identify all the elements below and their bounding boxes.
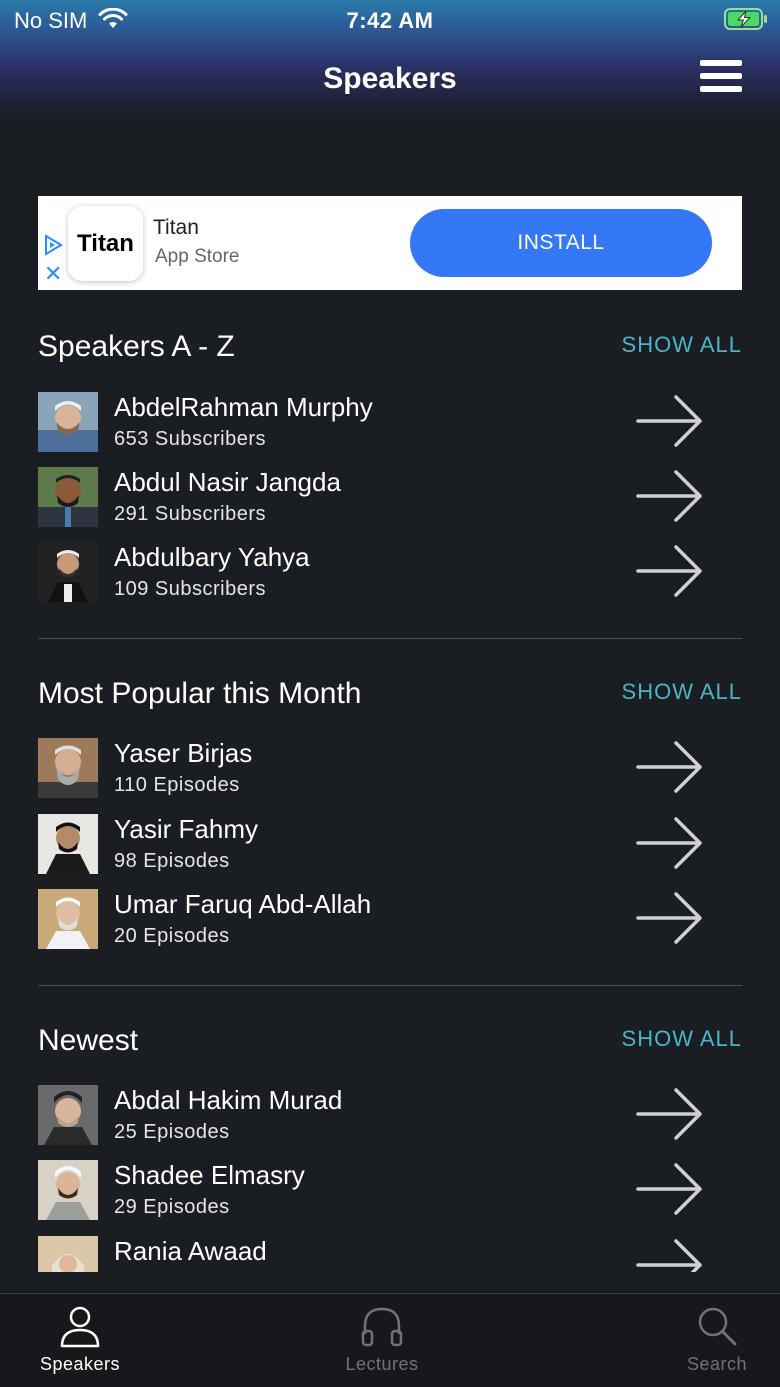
avatar	[38, 392, 98, 452]
ad-title: Titan	[153, 216, 199, 239]
arrow-right-icon[interactable]	[636, 891, 704, 945]
speaker-episodes: 110 Episodes	[114, 774, 240, 796]
speaker-name: Umar Faruq Abd-Allah	[114, 889, 372, 919]
avatar	[38, 738, 98, 798]
arrow-right-icon[interactable]	[636, 740, 704, 794]
divider	[38, 638, 742, 639]
speaker-name: Rania Awaad	[114, 1236, 267, 1266]
ad-app-logo: Titan	[68, 206, 143, 281]
headphones-icon	[361, 1307, 403, 1347]
avatar	[38, 467, 98, 527]
status-bar: No SIM 7:42 AM	[0, 0, 780, 40]
clock: 7:42 AM	[346, 8, 434, 33]
tab-label: Speakers	[39, 1354, 121, 1374]
tab-lectures[interactable]: Lectures	[302, 1294, 462, 1387]
tab-label: Lectures	[345, 1354, 419, 1374]
speaker-row[interactable]: Yasir Fahmy 98 Episodes	[38, 814, 742, 876]
speaker-name: Abdul Nasir Jangda	[114, 467, 341, 497]
speaker-row[interactable]: Shadee Elmasry 29 Episodes	[38, 1160, 742, 1222]
avatar	[38, 542, 98, 602]
speaker-name: AbdelRahman Murphy	[114, 392, 373, 422]
speaker-subscribers: 291 Subscribers	[114, 503, 267, 525]
header: No SIM 7:42 AM Speakers	[0, 0, 780, 125]
speaker-row[interactable]: AbdelRahman Murphy 653 Subscribers	[38, 392, 742, 454]
tab-bar: Speakers Lectures Search	[0, 1293, 780, 1387]
battery-charging-icon	[724, 8, 767, 30]
speaker-subscribers: 653 Subscribers	[114, 428, 267, 450]
divider	[38, 985, 742, 986]
show-all-button[interactable]: SHOW ALL	[622, 1026, 742, 1052]
page-title: Speakers	[323, 62, 457, 95]
ad-banner[interactable]: ✕ Titan Titan App Store INSTALL	[38, 196, 742, 290]
arrow-right-icon[interactable]	[636, 1087, 704, 1141]
arrow-right-icon[interactable]	[636, 469, 704, 523]
speaker-name: Shadee Elmasry	[114, 1160, 305, 1190]
speaker-row[interactable]: Abdulbary Yahya 109 Subscribers	[38, 542, 742, 604]
speaker-episodes: 98 Episodes	[114, 850, 230, 872]
speaker-episodes: 25 Episodes	[114, 1121, 230, 1143]
speaker-row[interactable]: Yaser Birjas 110 Episodes	[38, 738, 742, 800]
tab-search[interactable]: Search	[637, 1294, 780, 1387]
avatar	[38, 889, 98, 949]
speaker-name: Abdal Hakim Murad	[114, 1085, 343, 1115]
avatar	[38, 814, 98, 874]
speaker-name: Yasir Fahmy	[114, 814, 258, 844]
tab-speakers[interactable]: Speakers	[0, 1294, 160, 1387]
section-title-newest: Newest	[38, 1024, 139, 1057]
speaker-row[interactable]: Abdal Hakim Murad 25 Episodes	[38, 1085, 742, 1147]
arrow-right-icon[interactable]	[636, 1162, 704, 1216]
avatar	[38, 1085, 98, 1145]
install-button[interactable]: INSTALL	[410, 209, 712, 277]
speaker-episodes: 29 Episodes	[114, 1196, 230, 1218]
arrow-right-icon[interactable]	[636, 394, 704, 448]
speaker-row[interactable]: Abdul Nasir Jangda 291 Subscribers	[38, 467, 742, 529]
arrow-right-icon[interactable]	[636, 544, 704, 598]
scroll-clip	[0, 1272, 780, 1294]
search-icon	[698, 1307, 737, 1346]
tab-label: Search	[686, 1354, 748, 1374]
arrow-right-icon[interactable]	[636, 816, 704, 870]
speaker-row[interactable]: Umar Faruq Abd-Allah 20 Episodes	[38, 889, 742, 951]
speaker-episodes: 20 Episodes	[114, 925, 230, 947]
avatar	[38, 1160, 98, 1220]
person-icon	[60, 1306, 100, 1348]
close-icon[interactable]: ✕	[44, 263, 62, 285]
show-all-button[interactable]: SHOW ALL	[622, 679, 742, 705]
speaker-subscribers: 109 Subscribers	[114, 578, 267, 600]
section-title-speakers-az: Speakers A - Z	[38, 330, 235, 363]
speaker-name: Abdulbary Yahya	[114, 542, 310, 572]
hamburger-menu-icon[interactable]	[700, 60, 742, 98]
ad-subtitle: App Store	[155, 246, 240, 267]
speaker-name: Yaser Birjas	[114, 738, 253, 768]
section-title-most-popular: Most Popular this Month	[38, 677, 362, 710]
show-all-button[interactable]: SHOW ALL	[622, 332, 742, 358]
adchoices-icon[interactable]	[42, 234, 64, 256]
